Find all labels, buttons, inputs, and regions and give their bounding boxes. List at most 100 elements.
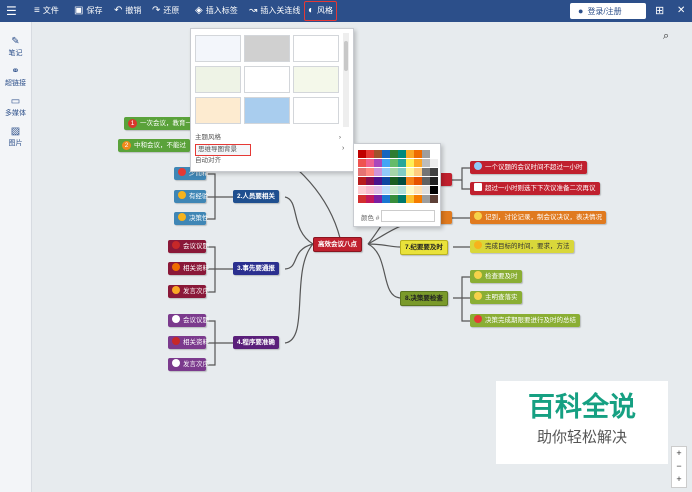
color-swatch[interactable]: [398, 195, 406, 203]
color-swatch[interactable]: [390, 159, 398, 167]
branch-8-item-3[interactable]: 决策完成期限要进行及时的总结: [470, 314, 580, 327]
color-swatch[interactable]: [358, 186, 366, 194]
color-swatch[interactable]: [390, 186, 398, 194]
branch-4-node[interactable]: 4.程序要准确: [233, 336, 279, 349]
color-swatch[interactable]: [358, 177, 366, 185]
color-swatch[interactable]: [422, 186, 430, 194]
color-swatch[interactable]: [422, 150, 430, 158]
color-swatch[interactable]: [414, 159, 422, 167]
color-swatch[interactable]: [382, 168, 390, 176]
color-swatch[interactable]: [374, 186, 382, 194]
branch-2-item-2[interactable]: 有经验: [174, 190, 209, 203]
right-item-3[interactable]: 记到，讨论记录，制会议决议，表决情况: [470, 211, 606, 224]
color-swatch[interactable]: [382, 186, 390, 194]
numbered-node-2[interactable]: 2 中和会议，不能过: [118, 139, 190, 152]
color-swatch[interactable]: [414, 177, 422, 185]
color-swatch[interactable]: [390, 168, 398, 176]
branch-4-item-1[interactable]: 会议议题: [168, 314, 209, 327]
branch-4-item-2[interactable]: 相关资料: [168, 336, 209, 349]
color-swatch[interactable]: [422, 168, 430, 176]
theme-thumb-7[interactable]: [195, 97, 241, 124]
theme-thumb-2[interactable]: [244, 35, 290, 62]
color-swatch[interactable]: [358, 195, 366, 203]
branch-8-item-1[interactable]: 检查要及时: [470, 270, 522, 283]
color-swatch[interactable]: [398, 159, 406, 167]
numbered-node-1[interactable]: 1 一次会议，教育一: [124, 117, 196, 130]
branch-8-item-2[interactable]: 主明查落实: [470, 291, 522, 304]
scroll-thumb[interactable]: [344, 41, 348, 71]
color-swatch[interactable]: [382, 150, 390, 158]
color-swatch[interactable]: [430, 159, 438, 167]
zoom-fit-button[interactable]: +: [672, 473, 686, 486]
color-swatch[interactable]: [406, 177, 414, 185]
color-swatch[interactable]: [398, 186, 406, 194]
color-swatch[interactable]: [374, 150, 382, 158]
theme-scrollbar[interactable]: [343, 33, 349, 127]
color-swatch[interactable]: [406, 168, 414, 176]
color-swatch[interactable]: [430, 177, 438, 185]
color-swatch[interactable]: [398, 168, 406, 176]
color-swatch[interactable]: [430, 186, 438, 194]
theme-thumb-1[interactable]: [195, 35, 241, 62]
color-swatch[interactable]: [382, 177, 390, 185]
branch-7-item[interactable]: 完成目标的时间，要求，方法: [470, 240, 574, 253]
color-hex-input[interactable]: [381, 210, 435, 222]
color-swatch[interactable]: [406, 159, 414, 167]
color-swatch[interactable]: [366, 159, 374, 167]
color-swatch[interactable]: [390, 195, 398, 203]
branch-3-item-2[interactable]: 相关资料: [168, 262, 209, 275]
color-swatch[interactable]: [414, 195, 422, 203]
color-swatch[interactable]: [414, 150, 422, 158]
color-swatch[interactable]: [414, 186, 422, 194]
color-swatch[interactable]: [366, 150, 374, 158]
color-swatch[interactable]: [366, 186, 374, 194]
color-swatch[interactable]: [422, 195, 430, 203]
color-swatch[interactable]: [366, 168, 374, 176]
color-swatch[interactable]: [406, 195, 414, 203]
theme-thumb-8[interactable]: [244, 97, 290, 124]
branch-3-item-3[interactable]: 发言次序: [168, 285, 209, 298]
color-swatch[interactable]: [366, 177, 374, 185]
zoom-out-button[interactable]: −: [672, 460, 686, 473]
color-swatch[interactable]: [374, 195, 382, 203]
color-swatch[interactable]: [430, 168, 438, 176]
color-swatch[interactable]: [358, 168, 366, 176]
color-swatch[interactable]: [374, 168, 382, 176]
branch-2-item-3[interactable]: 决策性: [174, 212, 209, 225]
branch-3-node[interactable]: 3.事先要通报: [233, 262, 279, 275]
color-swatch[interactable]: [374, 159, 382, 167]
color-swatch[interactable]: [430, 150, 438, 158]
right-item-2[interactable]: 超过一小时则选下下次议准备二次再议: [470, 182, 600, 195]
branch-2-node[interactable]: 2.人员要相关: [233, 190, 279, 203]
color-swatch[interactable]: [398, 177, 406, 185]
theme-thumb-4[interactable]: [195, 66, 241, 93]
color-swatch[interactable]: [366, 195, 374, 203]
zoom-in-button[interactable]: +: [672, 447, 686, 460]
color-swatch[interactable]: [414, 168, 422, 176]
theme-thumb-3[interactable]: [293, 35, 339, 62]
branch-4-item-3[interactable]: 发言次序: [168, 358, 209, 371]
theme-thumb-5[interactable]: [244, 66, 290, 93]
branch-7-node[interactable]: 7.纪要要及时: [400, 240, 448, 255]
color-swatch[interactable]: [382, 159, 390, 167]
color-swatch[interactable]: [358, 159, 366, 167]
color-swatch[interactable]: [382, 195, 390, 203]
theme-thumb-6[interactable]: [293, 66, 339, 93]
color-swatch[interactable]: [422, 159, 430, 167]
color-swatch[interactable]: [398, 150, 406, 158]
color-swatch[interactable]: [374, 177, 382, 185]
center-topic[interactable]: 高效会议八点: [313, 237, 362, 252]
menu-item-theme-style[interactable]: 主题风格 ›: [195, 133, 345, 143]
theme-thumb-9[interactable]: [293, 97, 339, 124]
color-swatch[interactable]: [430, 195, 438, 203]
color-swatch[interactable]: [390, 150, 398, 158]
menu-item-auto-align[interactable]: 自动对齐: [195, 156, 345, 166]
color-swatch[interactable]: [422, 177, 430, 185]
branch-8-node[interactable]: 8.决策要检查: [400, 291, 448, 306]
color-swatch[interactable]: [390, 177, 398, 185]
search-icon[interactable]: ⌕: [663, 30, 669, 43]
menu-item-map-background[interactable]: 思维导图背景: [195, 144, 251, 156]
right-item-1[interactable]: 一个议题的会议时间不超过一小时: [470, 161, 587, 174]
color-swatch[interactable]: [406, 150, 414, 158]
color-swatch[interactable]: [406, 186, 414, 194]
